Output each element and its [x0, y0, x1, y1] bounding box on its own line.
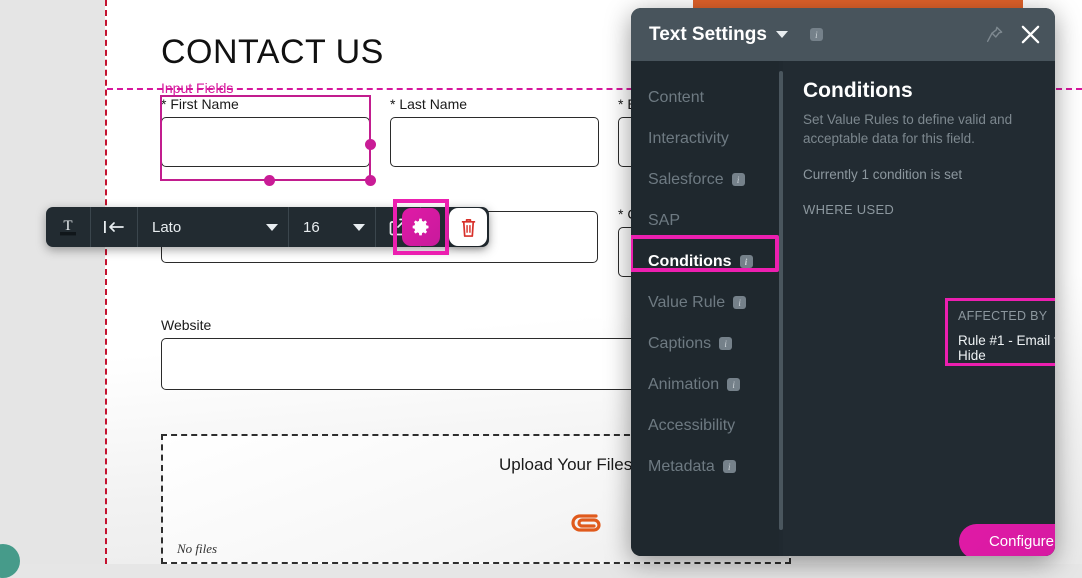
chevron-down-icon [353, 223, 365, 231]
affected-rule-text: Rule #1 - Email field - affects Hide [958, 333, 1055, 363]
nav-item-metadata[interactable]: Metadata i [631, 446, 779, 487]
delete-button[interactable] [449, 208, 487, 246]
where-used-label: WHERE USED [803, 202, 895, 218]
resize-handle-right[interactable] [365, 139, 376, 150]
svg-text:T: T [63, 218, 72, 234]
panel-content: Conditions Set Value Rules to define val… [783, 61, 1055, 556]
input-fields-group-label: Input Fields [161, 80, 234, 96]
affected-rule-row[interactable]: Rule #1 - Email field - affects Hide [958, 333, 1055, 363]
close-icon[interactable] [1020, 24, 1041, 45]
nav-label: Value Rule [648, 293, 726, 311]
nav-item-captions[interactable]: Captions i [631, 323, 779, 364]
text-settings-panel[interactable]: Text Settings i Content Interactivity Sa… [631, 8, 1055, 556]
last-name-input[interactable] [390, 117, 599, 167]
guide-line-vertical [105, 0, 107, 564]
nav-item-interactivity[interactable]: Interactivity [631, 118, 779, 159]
info-icon[interactable]: i [722, 460, 736, 473]
section-description: Set Value Rules to define valid and acce… [803, 112, 1013, 147]
pin-icon[interactable] [985, 25, 1004, 44]
text-color-icon[interactable]: T [46, 207, 91, 247]
field-label: * First Name [161, 96, 239, 112]
trash-icon [461, 218, 475, 237]
font-size-value: 16 [303, 218, 320, 236]
nav-item-value-rule[interactable]: Value Rule i [631, 282, 779, 323]
first-name-input[interactable] [161, 117, 370, 167]
nav-item-content[interactable]: Content [631, 77, 779, 118]
nav-label: Metadata [648, 457, 715, 475]
nav-item-animation[interactable]: Animation i [631, 364, 779, 405]
resize-handle-bottom[interactable] [264, 175, 275, 186]
panel-title: Text Settings [649, 23, 767, 45]
font-family-value: Lato [152, 218, 182, 236]
info-icon[interactable]: i [727, 378, 741, 391]
section-heading: Conditions [803, 79, 913, 102]
configure-conditions-button[interactable]: Configure Conditions i [959, 524, 1055, 556]
info-icon[interactable]: i [719, 337, 733, 350]
field-last-name[interactable]: * Last Name [390, 96, 599, 167]
panel-nav[interactable]: Content Interactivity Salesforce i SAP C… [631, 61, 779, 556]
nav-label: Captions [648, 334, 712, 352]
nav-item-accessibility[interactable]: Accessibility [631, 405, 779, 446]
paperclip-icon[interactable] [570, 511, 606, 539]
resize-handle-corner[interactable] [365, 175, 376, 186]
decoration-green-circle [0, 544, 20, 578]
info-icon[interactable]: i [731, 173, 745, 186]
affected-by-label: AFFECTED BY [958, 309, 1048, 323]
nav-label: Interactivity [648, 129, 729, 147]
affected-by-section: AFFECTED BY Rule #1 - Email field - affe… [945, 298, 1055, 366]
gear-button-highlight [393, 199, 449, 255]
page-title: CONTACT US [161, 33, 384, 71]
field-label: * Last Name [390, 96, 468, 112]
nav-item-salesforce[interactable]: Salesforce i [631, 159, 779, 200]
nav-label: Content [648, 88, 705, 106]
upload-empty-text: No files [177, 541, 218, 556]
field-first-name[interactable]: * First Name [161, 96, 370, 167]
nav-label: SAP [648, 211, 681, 229]
chevron-down-icon[interactable] [775, 31, 788, 38]
configure-conditions-label: Configure Conditions [988, 533, 1055, 550]
font-family-select[interactable]: Lato [138, 207, 289, 247]
align-left-icon[interactable] [91, 207, 138, 247]
chevron-down-icon [266, 223, 278, 231]
info-icon[interactable]: i [733, 296, 747, 309]
upload-title: Upload Your Files [499, 455, 633, 474]
info-icon[interactable]: i [809, 28, 823, 41]
nav-label: Salesforce [648, 170, 724, 188]
panel-header: Text Settings i [631, 8, 1055, 61]
nav-label: Animation [648, 375, 720, 393]
panel-body: Content Interactivity Salesforce i SAP C… [631, 61, 1055, 556]
conditions-nav-highlight [631, 235, 779, 272]
app-canvas: CONTACT US Input Fields * First Name * L… [0, 0, 1082, 578]
condition-count-text: Currently 1 condition is set [803, 167, 963, 183]
nav-label: Accessibility [648, 416, 736, 434]
font-size-select[interactable]: 16 [289, 207, 376, 247]
